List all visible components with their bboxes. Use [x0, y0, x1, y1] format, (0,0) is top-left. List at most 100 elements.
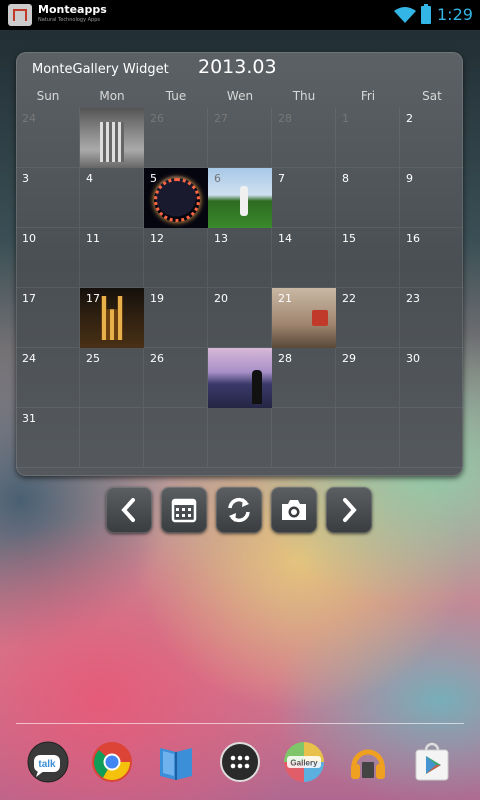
day-number: 8 — [342, 172, 349, 185]
day-number: 29 — [342, 352, 356, 365]
day-number: 11 — [86, 232, 100, 245]
day-number: 17 — [22, 292, 36, 305]
calendar-day-cell[interactable]: 26 — [144, 348, 208, 408]
calendar-day-cell[interactable]: 5 — [144, 168, 208, 228]
weekday-label: Mon — [99, 89, 125, 103]
day-number: 3 — [22, 172, 29, 185]
day-number: 6 — [214, 172, 221, 185]
books-app-button[interactable] — [154, 740, 198, 784]
day-number: 14 — [278, 232, 292, 245]
photo-thumbnail[interactable] — [208, 348, 272, 408]
weekday-label: Tue — [165, 89, 187, 103]
calendar-day-cell[interactable]: 8 — [336, 168, 400, 228]
gallery-label: Gallery — [290, 759, 318, 768]
day-number: 30 — [406, 352, 420, 365]
day-number: 25 — [86, 352, 100, 365]
app-drawer-icon — [220, 742, 260, 782]
status-tagline: Natural Technology Apps — [38, 17, 101, 23]
gallery-app-button[interactable]: Gallery — [282, 740, 326, 784]
day-number: 28 — [278, 352, 292, 365]
calendar-grid: 24 26 27 28 1 2 3 4 5 6 7 8 9 10 11 12 13 14 15 16 17 17 19 20 2… — [16, 108, 463, 468]
calendar-day-cell[interactable]: 14 — [272, 228, 336, 288]
photo-thumbnail[interactable] — [80, 108, 144, 168]
calendar-day-cell[interactable]: 19 — [144, 288, 208, 348]
calendar-day-cell[interactable]: 25 — [80, 348, 144, 408]
calendar-day-cell[interactable]: 28 — [272, 108, 336, 168]
books-icon — [160, 748, 192, 780]
day-number: 24 — [22, 352, 36, 365]
day-number: 20 — [214, 292, 228, 305]
calendar-day-cell[interactable] — [336, 408, 400, 468]
calendar-day-cell[interactable] — [208, 348, 272, 408]
calendar-day-cell[interactable]: 16 — [400, 228, 463, 288]
next-month-button[interactable] — [326, 487, 372, 533]
day-number: 21 — [278, 292, 292, 305]
monteapps-logo-icon — [8, 4, 32, 26]
prev-month-button[interactable] — [106, 487, 152, 533]
calendar-day-cell[interactable]: 9 — [400, 168, 463, 228]
day-number: 7 — [278, 172, 285, 185]
calendar-day-cell[interactable]: 22 — [336, 288, 400, 348]
montegallery-widget[interactable]: MonteGallery Widget 2013.03 Sun Mon Tue Wen… — [16, 52, 463, 476]
calendar-day-cell[interactable]: 30 — [400, 348, 463, 408]
calendar-day-cell[interactable]: 10 — [16, 228, 80, 288]
day-number: 16 — [406, 232, 420, 245]
calendar-day-cell[interactable] — [272, 408, 336, 468]
battery-icon — [421, 4, 431, 24]
calendar-day-cell[interactable]: 28 — [272, 348, 336, 408]
camera-button[interactable] — [271, 487, 317, 533]
calendar-day-cell[interactable] — [80, 108, 144, 168]
app-drawer-button[interactable] — [218, 740, 262, 784]
weekday-label: Fri — [360, 89, 376, 103]
calendar-day-cell[interactable]: 15 — [336, 228, 400, 288]
calendar-day-cell[interactable]: 17 — [80, 288, 144, 348]
day-number: 28 — [278, 112, 292, 125]
calendar-day-cell[interactable]: 17 — [16, 288, 80, 348]
calendar-day-cell[interactable] — [144, 408, 208, 468]
calendar-day-cell[interactable]: 31 — [16, 408, 80, 468]
calendar-day-cell[interactable] — [400, 408, 463, 468]
weekday-label: Sat — [422, 89, 442, 103]
day-number: 4 — [86, 172, 93, 185]
day-number: 27 — [214, 112, 228, 125]
calendar-day-cell[interactable]: 27 — [208, 108, 272, 168]
play-store-app-button[interactable] — [410, 740, 454, 784]
day-number: 17 — [86, 292, 100, 305]
refresh-button[interactable] — [216, 487, 262, 533]
wifi-icon — [394, 7, 416, 23]
chrome-icon — [92, 742, 132, 782]
calendar-day-cell[interactable]: 24 — [16, 108, 80, 168]
calendar-day-cell[interactable]: 1 — [336, 108, 400, 168]
status-bar: Monteapps Natural Technology Apps 1:29 — [0, 0, 480, 30]
calendar-day-cell[interactable]: 20 — [208, 288, 272, 348]
calendar-day-cell[interactable]: 24 — [16, 348, 80, 408]
chevron-right-icon — [343, 498, 357, 522]
calendar-day-cell[interactable]: 3 — [16, 168, 80, 228]
calendar-day-cell[interactable]: 2 — [400, 108, 463, 168]
day-number: 15 — [342, 232, 356, 245]
talk-app-button[interactable]: talk — [26, 740, 70, 784]
play-store-icon — [415, 742, 449, 781]
calendar-day-cell[interactable]: 21 — [272, 288, 336, 348]
day-number: 31 — [22, 412, 36, 425]
dock-divider — [16, 723, 464, 724]
calendar-button[interactable] — [161, 487, 207, 533]
day-number: 24 — [22, 112, 36, 125]
calendar-day-cell[interactable]: 23 — [400, 288, 463, 348]
weekday-label: Thu — [292, 89, 316, 103]
calendar-day-cell[interactable]: 6 — [208, 168, 272, 228]
calendar-day-cell[interactable]: 13 — [208, 228, 272, 288]
calendar-day-cell[interactable] — [80, 408, 144, 468]
calendar-day-cell[interactable]: 29 — [336, 348, 400, 408]
music-app-button[interactable] — [346, 740, 390, 784]
refresh-icon — [228, 497, 250, 523]
calendar-day-cell[interactable]: 26 — [144, 108, 208, 168]
calendar-day-cell[interactable]: 4 — [80, 168, 144, 228]
chrome-app-button[interactable] — [90, 740, 134, 784]
day-number: 22 — [342, 292, 356, 305]
calendar-day-cell[interactable] — [208, 408, 272, 468]
talk-label: talk — [38, 759, 56, 770]
calendar-day-cell[interactable]: 11 — [80, 228, 144, 288]
calendar-day-cell[interactable]: 12 — [144, 228, 208, 288]
calendar-day-cell[interactable]: 7 — [272, 168, 336, 228]
